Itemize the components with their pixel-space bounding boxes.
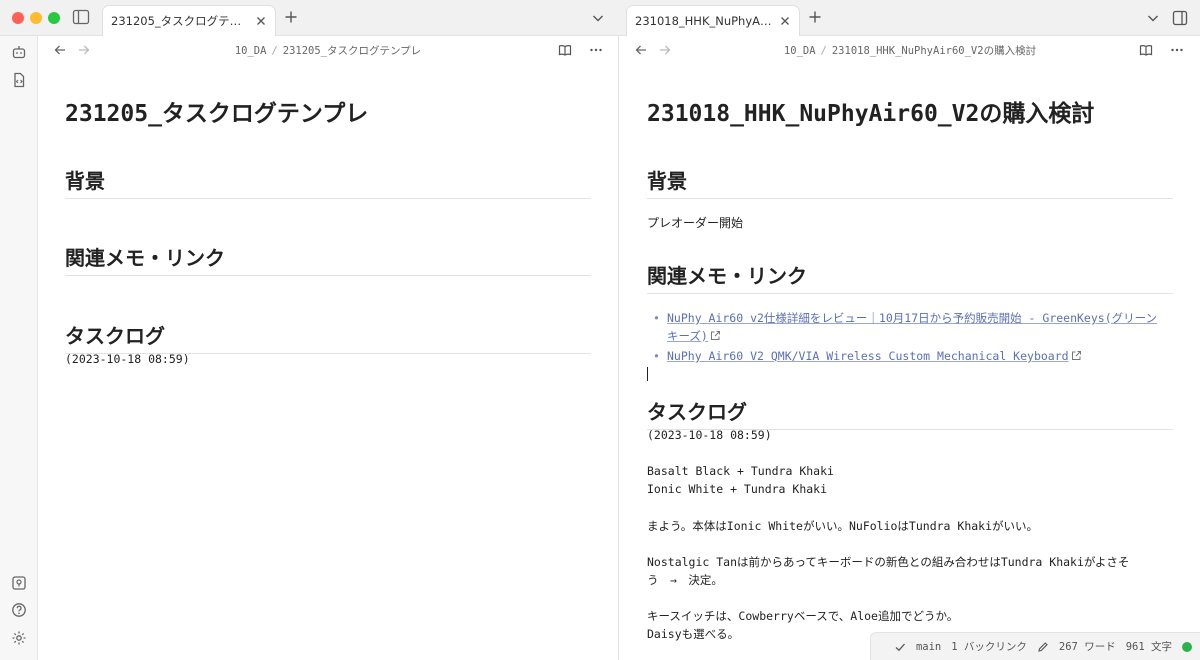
pencil-icon[interactable]	[1037, 641, 1049, 653]
breadcrumb-folder[interactable]: 10_DA	[235, 45, 267, 57]
git-branch[interactable]: main	[916, 641, 941, 653]
heading-related-links[interactable]: 関連メモ・リンク	[65, 242, 591, 276]
note-title[interactable]: 231205_タスクログテンプレ	[65, 94, 368, 128]
background-text[interactable]: プレオーダー開始	[647, 214, 743, 231]
close-icon[interactable]	[255, 15, 267, 27]
right-sidebar-icon[interactable]	[1172, 10, 1188, 26]
note-title[interactable]: 231018_HHK_NuPhyAir60_V2の購入検討	[647, 94, 1094, 128]
tasklog-line[interactable]: Ionic White + Tundra Khaki	[647, 482, 827, 496]
help-icon[interactable]	[11, 602, 27, 618]
external-link[interactable]: NuPhy Air60 v2仕様詳細をレビュー｜10月17日から予約販売開始 -…	[667, 311, 1157, 343]
tab-label: 231018_HHK_NuPhyAir60_V2の購入検討	[635, 14, 773, 28]
link-text: NuPhy Air60 v2仕様詳細をレビュー｜10月17日から予約販売開始 -…	[667, 311, 1158, 325]
chevron-down-icon[interactable]	[1145, 10, 1161, 26]
external-link[interactable]: NuPhy Air60 V2 QMK/VIA Wireless Custom M…	[667, 349, 1069, 363]
window-close-button[interactable]	[12, 12, 24, 24]
link-text: キーズ)	[667, 329, 708, 343]
heading-tasklog[interactable]: タスクログ	[65, 320, 591, 354]
window-zoom-button[interactable]	[48, 12, 60, 24]
close-icon[interactable]	[779, 15, 791, 27]
tab-bar: 231205_タスクログテンプレ 231018_HHK_NuPhyAir60_V…	[0, 0, 1200, 36]
heading-related-links[interactable]: 関連メモ・リンク	[647, 260, 1173, 294]
window-minimize-button[interactable]	[30, 12, 42, 24]
sidebar-toggle-icon[interactable]	[72, 9, 90, 25]
sync-status-indicator[interactable]	[1182, 641, 1192, 652]
tab-right-note[interactable]: 231018_HHK_NuPhyAir60_V2の購入検討	[626, 5, 800, 36]
more-options-icon[interactable]	[1170, 43, 1184, 57]
book-open-icon[interactable]	[558, 43, 572, 57]
heading-background[interactable]: 背景	[65, 165, 591, 199]
tab-label: 231205_タスクログテンプレ	[111, 14, 249, 28]
external-link-icon	[710, 331, 720, 340]
list-item: NuPhy Air60 V2 QMK/VIA Wireless Custom M…	[647, 347, 1173, 365]
breadcrumb: 10_DA / 231205_タスクログテンプレ	[38, 43, 618, 58]
gear-icon[interactable]	[11, 630, 27, 646]
bot-icon[interactable]	[11, 44, 27, 60]
file-code-icon[interactable]	[11, 72, 27, 88]
breadcrumb-folder[interactable]: 10_DA	[784, 45, 816, 57]
check-icon	[895, 643, 905, 651]
vault-icon[interactable]	[11, 575, 27, 591]
word-count: 267 ワード	[1058, 641, 1116, 653]
tasklog-line[interactable]: キースイッチは、Cowberryベースで、Aloe追加でどうか。	[647, 608, 958, 624]
tasklog-line[interactable]: Basalt Black + Tundra Khaki	[647, 464, 834, 478]
text-cursor	[647, 367, 648, 381]
status-bar: main 1 バックリンク 267 ワード 961 文字	[870, 632, 1200, 660]
heading-background[interactable]: 背景	[647, 165, 1173, 199]
tasklog-line[interactable]: まよう。本体はIonic Whiteがいい。NuFolioはTundra Kha…	[647, 518, 1038, 534]
list-item: NuPhy Air60 v2仕様詳細をレビュー｜10月17日から予約販売開始 -…	[647, 309, 1173, 345]
breadcrumb-note[interactable]: 231205_タスクログテンプレ	[283, 45, 421, 57]
breadcrumb: 10_DA / 231018_HHK_NuPhyAir60_V2の購入検討	[620, 43, 1200, 58]
left-editor-pane: 10_DA/231205_タスクログテンプレ 231205_タスクログテンプレ …	[38, 36, 619, 660]
tab-left-note[interactable]: 231205_タスクログテンプレ	[102, 5, 276, 36]
backlink-count[interactable]: 1 バックリンク	[951, 639, 1027, 654]
breadcrumb-note[interactable]: 231018_HHK_NuPhyAir60_V2の購入検討	[832, 45, 1036, 57]
char-count: 961 文字	[1125, 641, 1172, 653]
view-header: 10_DA / 231205_タスクログテンプレ	[38, 36, 618, 64]
view-header: 10_DA / 231018_HHK_NuPhyAir60_V2の購入検討	[620, 36, 1200, 64]
breadcrumb-separator: /	[820, 45, 827, 57]
right-editor-pane: 10_DA / 231018_HHK_NuPhyAir60_V2の購入検討 2310…	[620, 36, 1200, 660]
plus-icon[interactable]	[807, 9, 823, 25]
plus-icon[interactable]	[283, 9, 299, 25]
external-link-icon	[1071, 351, 1081, 360]
chevron-down-icon[interactable]	[590, 10, 606, 26]
breadcrumb-separator: /	[271, 45, 278, 57]
tasklog-line[interactable]: う → 決定。	[647, 572, 723, 588]
left-ribbon	[0, 36, 38, 660]
book-open-icon[interactable]	[1139, 43, 1153, 57]
link-text: NuPhy Air60 V2 QMK/VIA Wireless Custom M…	[667, 349, 1069, 363]
tasklog-line[interactable]: Daisyも選べる。	[647, 626, 739, 642]
tasklog-timestamp[interactable]: (2023-10-18 08:59)	[65, 352, 190, 366]
heading-tasklog[interactable]: タスクログ	[647, 396, 1173, 430]
tasklog-timestamp[interactable]: (2023-10-18 08:59)	[647, 428, 772, 442]
related-links-list: NuPhy Air60 v2仕様詳細をレビュー｜10月17日から予約販売開始 -…	[647, 309, 1173, 367]
tasklog-line[interactable]: Nostalgic Tanは前からあってキーボードの新色との組み合わせはTund…	[647, 554, 1129, 570]
more-options-icon[interactable]	[589, 43, 603, 57]
